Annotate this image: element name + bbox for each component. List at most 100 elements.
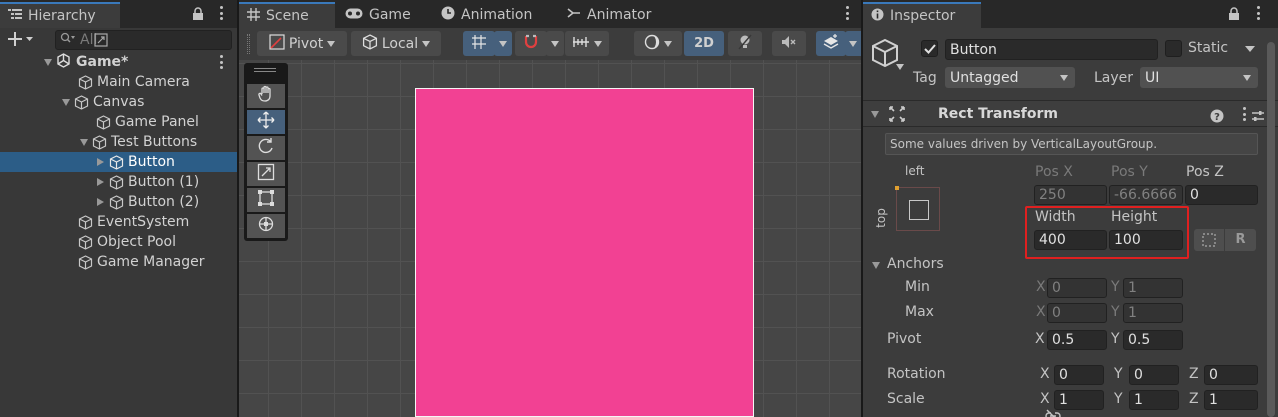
local-dropdown[interactable]: Local [351,31,441,56]
move-arrows-icon [257,111,275,133]
overlay-grip[interactable] [254,68,276,69]
hierarchy-item-game-manager[interactable]: Game Manager [0,252,237,272]
expand-arrow-icon[interactable] [871,111,879,118]
rot-x-axis: X [1040,366,1050,382]
rotation-y-field[interactable]: 0 [1129,365,1179,385]
search-icon [60,32,76,48]
scale-tool-button[interactable] [247,162,285,186]
expand-arrow-icon[interactable] [872,262,880,269]
hierarchy-item-main-camera[interactable]: Main Camera [0,72,237,92]
increment-snap-dropdown[interactable] [546,31,564,56]
anchor-presets-button[interactable] [895,186,940,231]
hierarchy-item-button-1[interactable]: Button (1) [0,172,237,192]
rotation-z-field[interactable]: 0 [1204,365,1258,385]
icon-picker-caret[interactable] [896,64,904,70]
tab-animator-label: Animator [587,7,652,23]
dashed-rect-icon [1202,233,1216,247]
ui-button-rect[interactable] [415,88,754,417]
scene-menu-icon[interactable] [845,6,849,20]
hierarchy-item-canvas[interactable]: Canvas [0,92,237,112]
object-name-field[interactable]: Button [945,39,1158,60]
effects-button[interactable] [816,31,846,56]
lock-icon[interactable] [1228,7,1240,25]
audio-button[interactable] [772,31,806,56]
pos-z-field[interactable]: 0 [1185,185,1258,205]
hierarchy-search-input[interactable]: All [55,30,232,50]
expand-arrow-icon[interactable] [62,98,70,106]
grid-snap-dropdown[interactable] [494,31,512,56]
pivot-y-field[interactable]: 0.5 [1123,330,1183,350]
hierarchy-item-game-panel[interactable]: Game Panel [0,112,237,132]
overlay-grip[interactable] [254,71,276,72]
hierarchy-menu-icon[interactable] [219,6,223,20]
constrain-proportions-link-icon[interactable] [1044,409,1062,417]
mode-2d-button[interactable]: 2D [684,31,724,56]
hierarchy-item-test-buttons[interactable]: Test Buttons [0,132,237,152]
layer-dropdown[interactable]: UI [1140,67,1258,88]
tab-animation[interactable]: Animation [433,2,540,28]
presets-sliders-icon[interactable] [1251,109,1265,127]
blueprint-mode-button[interactable] [1194,229,1224,251]
hierarchy-item-label: Game Panel [115,114,199,130]
anchor-preset-top-label: left [905,164,925,178]
hierarchy-item-object-pool[interactable]: Object Pool [0,232,237,252]
tab-animator[interactable]: Animator [559,2,659,28]
component-menu-icon[interactable] [1242,107,1246,121]
tab-inspector[interactable]: Inspector [863,2,981,28]
toolbar-grip[interactable] [247,34,250,54]
hierarchy-item-button-2[interactable]: Button (2) [0,192,237,212]
min-y-value: 1 [1128,280,1137,296]
tab-game[interactable]: Game [337,2,419,28]
search-options-icon[interactable] [94,33,108,49]
pos-z-value: 0 [1190,187,1199,203]
collapse-arrow-icon[interactable] [97,178,104,186]
rotation-x-field[interactable]: 0 [1054,365,1104,385]
collapse-arrow-icon[interactable] [97,158,104,166]
scale-x-field[interactable]: 1 [1054,390,1104,410]
lighting-button[interactable] [728,31,762,56]
rect-tool-button[interactable] [247,188,285,212]
rotate-tool-button[interactable] [247,136,285,160]
pivot-dropdown[interactable]: Pivot [257,31,347,56]
gameobject-cube-icon [78,214,93,230]
scene-menu-icon[interactable] [219,55,223,69]
collapse-arrow-icon[interactable] [97,198,104,206]
ruler-button[interactable] [565,31,609,56]
inspector-scrollbar[interactable] [1267,42,1275,417]
tab-scene[interactable]: Scene [239,2,335,28]
pivot-x-value: 0.5 [1052,332,1075,348]
rect-transform-header[interactable]: Rect Transform ? [863,100,1278,127]
min-y-field: 1 [1123,278,1183,298]
tag-dropdown[interactable]: Untagged [945,67,1075,88]
view-tool-button[interactable] [247,84,285,108]
effects-dropdown[interactable] [845,31,861,56]
active-checkbox[interactable] [921,40,938,57]
clock-icon [441,6,455,24]
move-tool-button[interactable] [247,110,285,134]
raw-edit-button[interactable]: R [1225,229,1256,251]
expand-arrow-icon[interactable] [80,138,88,146]
expand-arrow-icon[interactable] [44,58,52,66]
add-icon[interactable] [8,32,34,50]
inspector-menu-icon[interactable] [1256,6,1260,20]
pivot-x-field[interactable]: 0.5 [1047,330,1107,350]
draw-mode-dropdown[interactable] [634,31,682,56]
scale-z-field[interactable]: 1 [1204,390,1258,410]
lock-icon[interactable] [192,7,204,25]
hierarchy-item-eventsystem[interactable]: EventSystem [0,212,237,232]
hierarchy-item-button[interactable]: Button [0,152,237,172]
scene-root-game[interactable]: Game* [0,52,237,72]
static-checkbox[interactable] [1165,40,1182,57]
grid-snap-button[interactable] [463,31,495,56]
grid-snap-icon [471,34,487,54]
magnet-icon [523,34,539,54]
help-icon[interactable]: ? [1210,109,1224,127]
scale-y-field[interactable]: 1 [1129,390,1179,410]
gameobject-cube-icon [78,74,93,90]
transform-icon [257,215,275,237]
increment-snap-button[interactable] [515,31,547,56]
transform-tool-button[interactable] [247,214,285,238]
static-dropdown-icon[interactable] [1245,46,1255,52]
tab-hierarchy[interactable]: Hierarchy [0,2,120,28]
rotate-icon [257,137,275,159]
